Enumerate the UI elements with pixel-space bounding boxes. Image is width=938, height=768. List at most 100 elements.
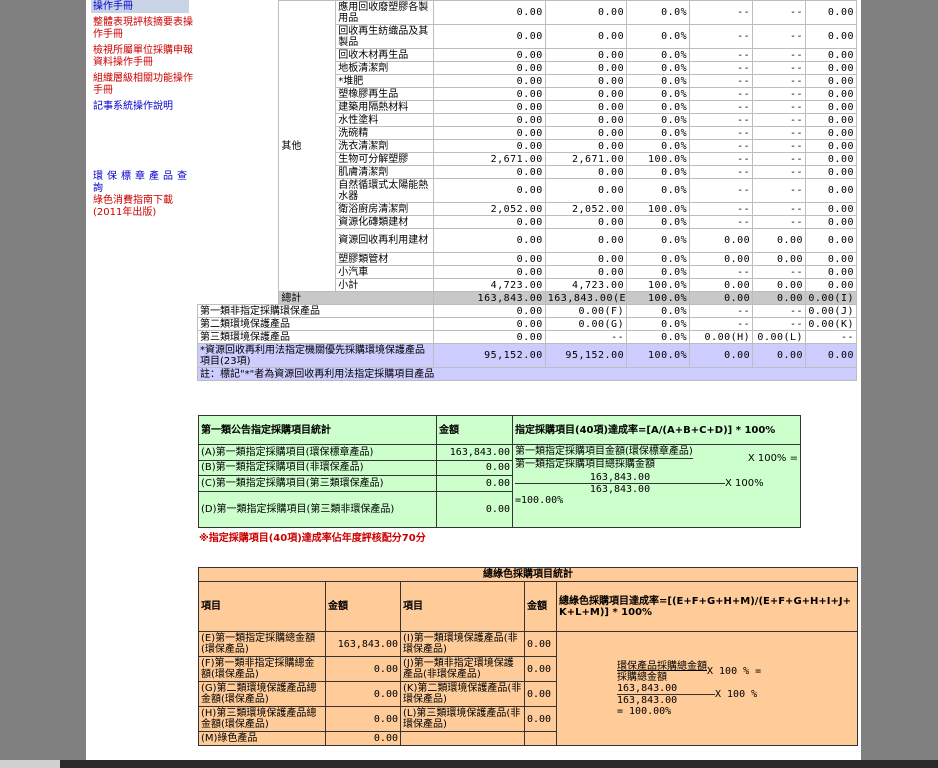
cell-c6: 0.00 [805,228,857,253]
total-green-formula-numerator: 環保產品採購總金額 [617,660,707,672]
total-c4: 0.00 [689,291,754,305]
category-row: 第三類環境保護產品 0.00 -- 0.0% 0.00(H) 0.00(L) -- [197,330,857,344]
item-name: *堆肥 [335,74,434,88]
cell-c2: 0.00 [544,215,628,229]
cell-c1: 0.00 [432,215,546,229]
cell-c4: -- [689,265,754,279]
cell-c1: 0.00 [432,139,546,153]
total-green-row-l-value: 0.00 [524,706,557,732]
cell-c4: -- [689,24,754,49]
category-row: 第一類非指定採購環保產品 0.00 0.00(F) 0.0% -- -- 0.00(J) [197,304,857,318]
cell-c3: 0.0% [626,87,691,101]
cell-c4: -- [689,100,754,114]
cell-c3: 100.0% [626,202,691,216]
designated-title: 第一類公告指定採購項目統計 [198,415,437,445]
total-green-row-f-value: 0.00 [325,656,401,682]
total-green-row-i-value: 0.00 [524,631,557,657]
item-name: 小汽車 [335,265,434,279]
priority-row: *資源回收再利用法指定機關優先採購環境保護產品項目(23項) 95,152.00 9… [197,343,857,368]
designated-rate-header: 指定採購項目(40項)達成率=[A/(A+B+C+D)] * 100% [512,415,801,445]
cell-c1: 0.00 [432,24,546,49]
total-green-row-e-value: 163,843.00 [325,631,401,657]
sidebar: 操作手冊 整體表現評核摘要表操作手冊 檢視所屬單位採購申報資料操作手冊 組織層級… [91,0,193,223]
cell-c5: -- [752,61,807,75]
category-c1: 0.00 [432,304,546,318]
item-name: 水性塗料 [335,113,434,127]
cell-c4: -- [689,165,754,179]
taskbar-start[interactable] [0,760,60,768]
item-name: 洗衣清潔劑 [335,139,434,153]
cell-c4: -- [689,87,754,101]
total-green-row-f-label: (F)第一類非指定採購總金額(環保產品) [198,656,326,682]
cell-c3: 0.0% [626,74,691,88]
cell-c2: 0.00 [544,252,628,266]
category-c6: 0.00(K) [805,317,857,331]
designated-formula-num-val: 163,843.00 [515,472,725,484]
cell-c6: 0.00 [805,165,857,179]
cell-c2: 0.00 [544,0,628,25]
sidebar-item-review-manual[interactable]: 檢視所屬單位採購申報資料操作手冊 [93,45,193,69]
cell-c5: -- [752,202,807,216]
cell-c4: 0.00 [689,252,754,266]
category-c1: 0.00 [432,330,546,344]
cell-c1: 0.00 [432,87,546,101]
total-green-title: 總綠色採購項目統計 [198,567,858,582]
item-name: 回收木材再生品 [335,48,434,62]
cell-c3: 100.0% [626,278,691,292]
total-c2: 163,843.00(E) [544,291,628,305]
total-green-row-m-label: (M)綠色產品 [198,731,326,746]
total-green-formula-times1: X 100 % = [707,666,762,677]
cell-c2: 0.00 [544,113,628,127]
cell-c1: 2,671.00 [432,152,546,166]
item-name: 洗碗精 [335,126,434,140]
item-name: 自然循環式太陽能熱水器 [335,178,434,203]
cell-c1: 0.00 [432,100,546,114]
category-c4: 0.00(H) [689,330,754,344]
item-name: 衛浴廚房清潔劑 [335,202,434,216]
category-statistics-table: 其他 應用回收廢塑膠各製用品 0.00 0.00 0.0% -- -- 0.00 回收再生紡織品… [197,0,857,381]
cell-c6: 0.00 [805,61,857,75]
sidebar-item-org-manual[interactable]: 組織層級相關功能操作手冊 [93,73,193,97]
item-name: 資源化磚類建材 [335,215,434,229]
sidebar-item-manual[interactable]: 操作手冊 [91,0,189,13]
cell-c1: 0.00 [432,126,546,140]
cell-c4: -- [689,202,754,216]
total-green-amount-header: 金額 [325,581,401,632]
score-warning: ※指定採購項目(40項)達成率佔年度評核配分70分 [199,533,426,544]
sidebar-green-guide-download[interactable]: 綠色消費指南下載(2011年出版) [93,195,193,219]
sidebar-eco-label-query[interactable]: 環保標章產品查詢 [93,171,193,195]
cell-c1: 2,052.00 [432,202,546,216]
total-c5: 0.00 [752,291,807,305]
cell-c5: -- [752,100,807,114]
cell-c6: 0.00 [805,152,857,166]
cell-c4: -- [689,74,754,88]
category-c4: -- [689,317,754,331]
total-green-row-h-value: 0.00 [325,706,401,732]
category-label: 第三類環境保護產品 [197,330,434,344]
cell-c6: 0.00 [805,178,857,203]
cell-c6: 0.00 [805,139,857,153]
cell-c3: 0.0% [626,113,691,127]
item-name: 應用回收廢塑膠各製用品 [335,0,434,25]
total-green-rate-header: 總綠色採購項目達成率=[(E+F+G+H+M)/(E+F+G+H+I+J+K+L… [556,581,858,632]
cell-c3: 0.0% [626,139,691,153]
cell-c2: 2,671.00 [544,152,628,166]
item-name: 塑橡膠再生品 [335,87,434,101]
sidebar-item-summary-manual[interactable]: 整體表現評核摘要表操作手冊 [93,17,193,41]
sidebar-item-notes-manual[interactable]: 記事系統操作說明 [93,101,193,113]
cell-c3: 0.0% [626,24,691,49]
cell-c5: -- [752,178,807,203]
priority-c6: 0.00 [805,343,857,368]
total-green-formula: 環保產品採購總金額 採購總金額 X 100 % = 163,843.00 163… [556,631,858,746]
designated-formula-times2: X 100% [725,478,764,489]
cell-c2: 0.00 [544,100,628,114]
cell-c5: -- [752,113,807,127]
category-c2: -- [544,330,628,344]
cell-c3: 0.0% [626,215,691,229]
total-c1: 163,843.00 [432,291,546,305]
cell-c1: 0.00 [432,74,546,88]
total-green-item2-header: 項目 [400,581,525,632]
cell-c1: 0.00 [432,228,546,253]
cell-c4: 0.00 [689,228,754,253]
cell-c2: 0.00 [544,139,628,153]
